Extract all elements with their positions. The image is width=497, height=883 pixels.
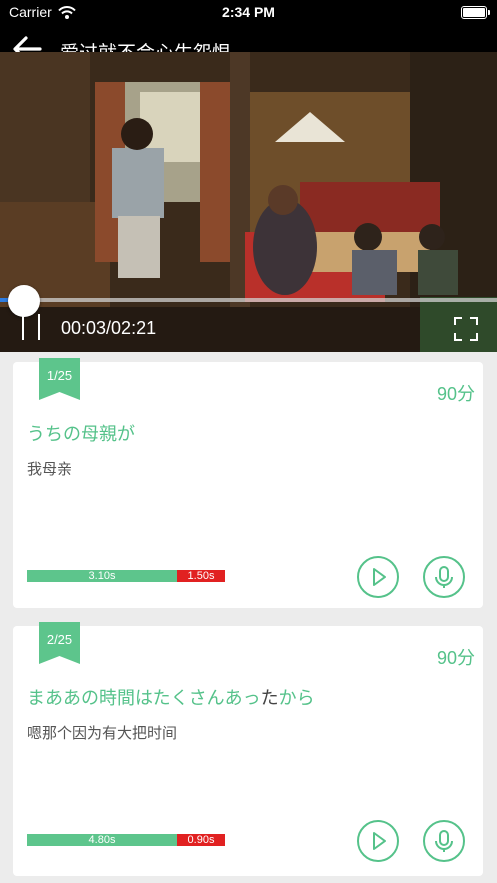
chinese-translation: 嗯那个因为有大把时间 xyxy=(27,724,178,742)
score-label: 90分 xyxy=(436,648,475,668)
score-label: 90分 xyxy=(436,384,475,404)
video-player[interactable]: 00:03/02:21 xyxy=(0,52,497,352)
video-time: 00:03/02:21 xyxy=(61,318,157,338)
timing-bar: 4.80s 0.90s xyxy=(27,834,225,846)
play-button[interactable] xyxy=(357,556,399,598)
battery-icon xyxy=(461,6,490,19)
timing-bar: 3.10s 1.50s xyxy=(27,570,225,582)
japanese-sentence: うちの母親が xyxy=(27,424,135,445)
video-frame xyxy=(0,52,497,352)
record-button[interactable] xyxy=(423,556,465,598)
sentence-card[interactable]: 2/25 90分 まああの時間はたくさんあったから 嗯那个因为有大把时间 4.8… xyxy=(13,622,483,876)
japanese-sentence: まああの時間はたくさんあったから xyxy=(27,688,315,709)
status-time: 2:34 PM xyxy=(222,4,275,20)
sentence-card[interactable]: 1/25 90分 うちの母親が 我母亲 3.10s 1.50s xyxy=(13,358,483,608)
pause-icon[interactable] xyxy=(20,314,42,340)
play-icon xyxy=(373,568,386,586)
progress-knob[interactable] xyxy=(8,285,40,317)
fullscreen-icon[interactable] xyxy=(453,316,479,342)
top-bar: Carrier 2:34 PM 爱过就不会心生怨恨 xyxy=(0,0,497,64)
user-duration: 0.90s xyxy=(177,834,225,846)
watermark: 必用手机精选 • BYJSJXY.COM xyxy=(130,854,367,873)
progress-track[interactable] xyxy=(0,298,497,302)
user-duration: 1.50s xyxy=(177,570,225,582)
sentence-index-badge: 2/25 xyxy=(39,622,80,664)
sentence-index-badge: 1/25 xyxy=(39,358,80,400)
microphone-icon xyxy=(435,566,453,588)
original-duration: 3.10s xyxy=(27,570,177,582)
chinese-translation: 我母亲 xyxy=(27,460,73,478)
original-duration: 4.80s xyxy=(27,834,177,846)
status-bar: Carrier 2:34 PM xyxy=(0,0,497,26)
